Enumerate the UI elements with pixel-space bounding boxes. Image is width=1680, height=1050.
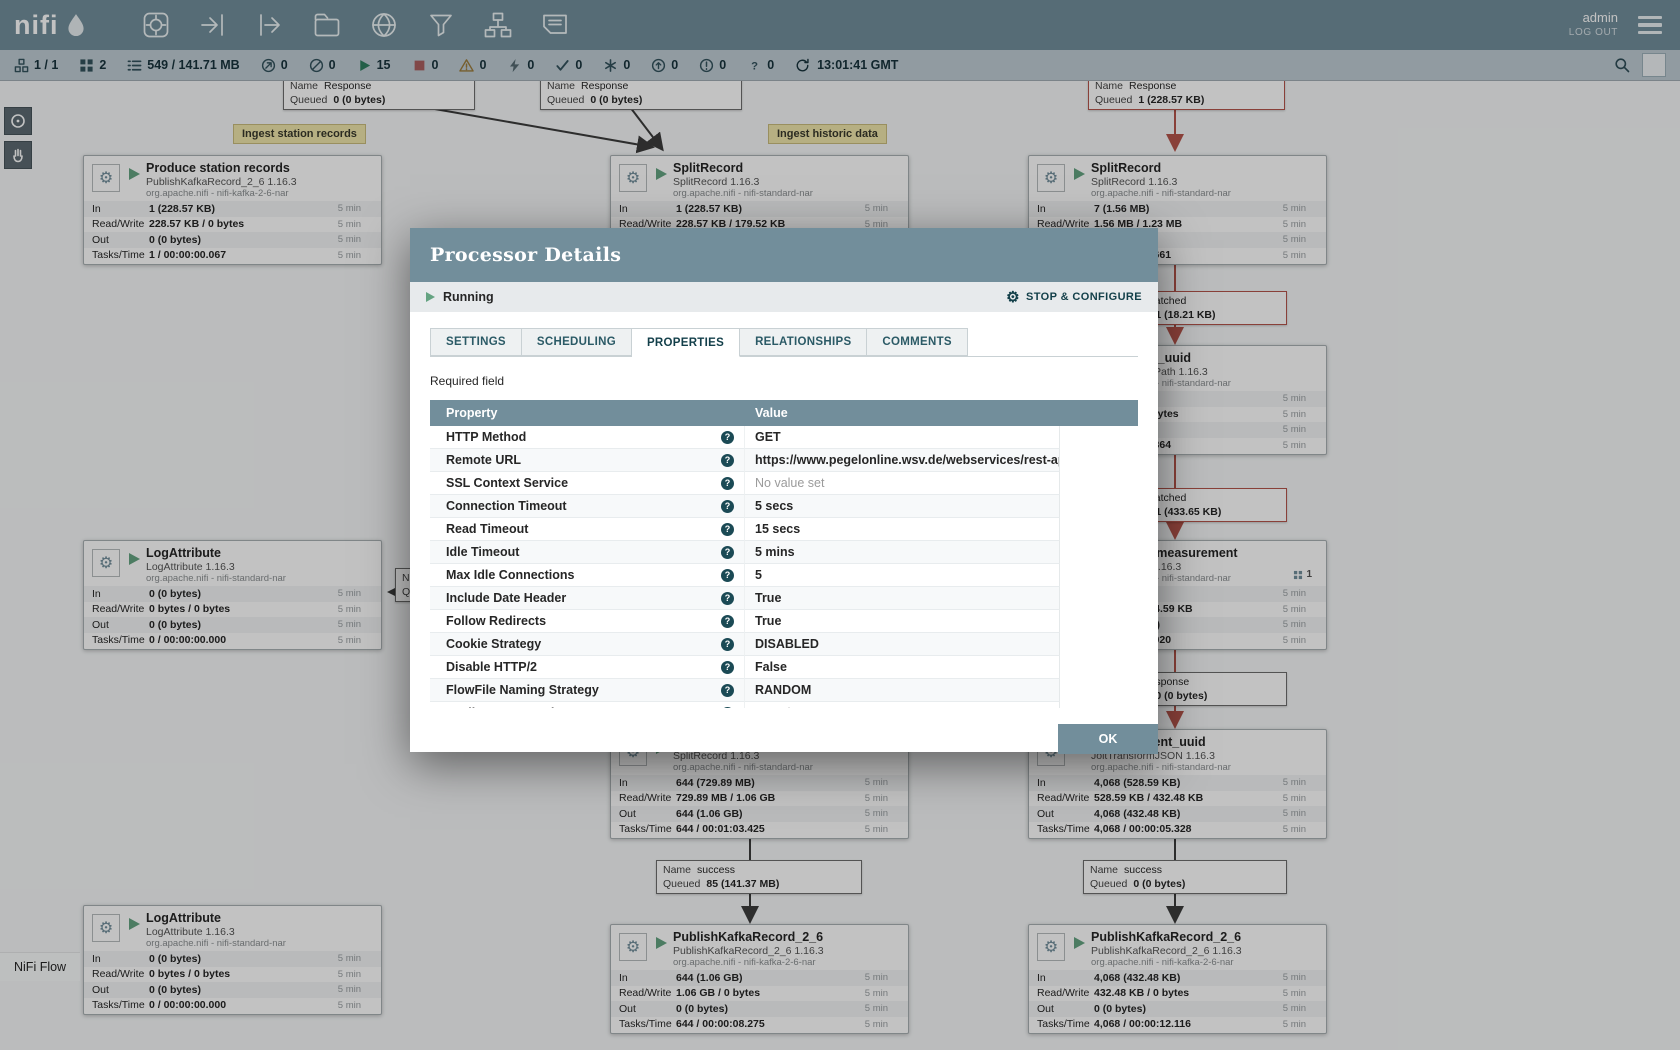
property-name-cell: FlowFile Naming Strategy ? [430,679,745,702]
table-gutter [1060,495,1138,518]
running-status-icon [426,292,435,302]
property-name-cell: Connection Timeout ? [430,495,745,518]
dialog-status-row: Running ⚙ STOP & CONFIGURE [410,282,1158,312]
property-row: Follow Redirects ? True [430,610,1138,633]
property-value-cell: 5 [745,564,1060,587]
property-value-cell: https://www.pegelonline.wsv.de/webservic… [745,449,1060,472]
property-row: SSL Context Service ? No value set [430,472,1138,495]
table-gutter [1060,426,1138,449]
property-value-cell: True [745,587,1060,610]
dialog-header: Processor Details [410,228,1158,282]
property-row: Remote URL ? https://www.pegelonline.wsv… [430,449,1138,472]
help-icon[interactable]: ? [721,638,734,651]
property-name-cell: SSL Context Service ? [430,472,745,495]
table-gutter [1060,679,1138,702]
tab-properties[interactable]: PROPERTIES [632,328,740,357]
table-gutter [1060,564,1138,587]
property-name-cell: Include Date Header ? [430,587,745,610]
property-name-cell: Idle Timeout ? [430,541,745,564]
property-value-cell: 15 secs [745,518,1060,541]
run-status-label: Running [443,290,494,304]
value-column-header: Value [745,406,788,420]
stop-and-configure-button[interactable]: ⚙ STOP & CONFIGURE [1006,290,1142,305]
table-gutter [1060,449,1138,472]
property-row: FlowFile Naming Strategy ? RANDOM [430,679,1138,702]
property-row: Max Idle Connections ? 5 [430,564,1138,587]
property-row: Idle Timeout ? 5 mins [430,541,1138,564]
property-value-cell: GET [745,426,1060,449]
property-row: Connection Timeout ? 5 secs [430,495,1138,518]
property-value-cell: True [745,610,1060,633]
processor-details-dialog: Processor Details Running ⚙ STOP & CONFI… [410,228,1158,752]
property-row: Include Date Header ? True [430,587,1138,610]
table-gutter [1060,518,1138,541]
table-gutter [1060,587,1138,610]
property-name-cell: Read Timeout ? [430,518,745,541]
property-name-cell: Follow Redirects ? [430,610,745,633]
property-value-cell: 5 mins [745,541,1060,564]
table-gutter [1060,610,1138,633]
help-icon[interactable]: ? [721,684,734,697]
help-icon[interactable]: ? [721,500,734,513]
help-icon[interactable]: ? [721,592,734,605]
tab-settings[interactable]: SETTINGS [430,328,522,356]
table-gutter [1060,656,1138,679]
property-value-cell: False [745,656,1060,679]
property-name-cell: Disable HTTP/2 ? [430,656,745,679]
dialog-body: SETTINGSSCHEDULINGPROPERTIESRELATIONSHIP… [410,312,1158,708]
help-icon[interactable]: ? [721,546,734,559]
property-name-cell: Max Idle Connections ? [430,564,745,587]
properties-table-body: HTTP Method ? GET Remote URL ? https://w… [430,426,1138,708]
ok-button[interactable]: OK [1058,724,1158,754]
property-row: Read Timeout ? 15 secs [430,518,1138,541]
properties-table-header: Property Value [430,400,1138,426]
tab-comments[interactable]: COMMENTS [867,328,967,356]
property-value-cell: 5 secs [745,495,1060,518]
property-row: HTTP Method ? GET [430,426,1138,449]
table-gutter [1060,633,1138,656]
properties-table: Property Value HTTP Method ? GET Remote … [430,400,1138,708]
property-value-cell: DISABLED [745,633,1060,656]
table-gutter [1060,541,1138,564]
dialog-tabs: SETTINGSSCHEDULINGPROPERTIESRELATIONSHIP… [430,328,1138,357]
help-icon[interactable]: ? [721,615,734,628]
property-value-cell: RANDOM [745,679,1060,702]
dialog-title: Processor Details [430,244,621,266]
property-value-cell: No value set [745,472,1060,495]
stop-configure-icon: ⚙ [1006,290,1020,305]
help-icon[interactable]: ? [721,431,734,444]
property-row: Cookie Strategy ? DISABLED [430,633,1138,656]
property-name-cell: Remote URL ? [430,449,745,472]
property-row: Disable HTTP/2 ? False [430,656,1138,679]
required-field-note: Required field [430,374,1138,388]
table-gutter [1060,472,1138,495]
nifi-app: nifi admin LOG OUT 1 / 1 2 549 / 141.71 … [0,0,1680,1050]
dialog-footer: OK [410,708,1158,754]
property-column-header: Property [430,406,745,420]
tab-scheduling[interactable]: SCHEDULING [522,328,632,356]
tab-relationships[interactable]: RELATIONSHIPS [740,328,867,356]
property-name-cell: HTTP Method ? [430,426,745,449]
property-name-cell: Cookie Strategy ? [430,633,745,656]
help-icon[interactable]: ? [721,661,734,674]
help-icon[interactable]: ? [721,477,734,490]
help-icon[interactable]: ? [721,454,734,467]
help-icon[interactable]: ? [721,523,734,536]
help-icon[interactable]: ? [721,569,734,582]
